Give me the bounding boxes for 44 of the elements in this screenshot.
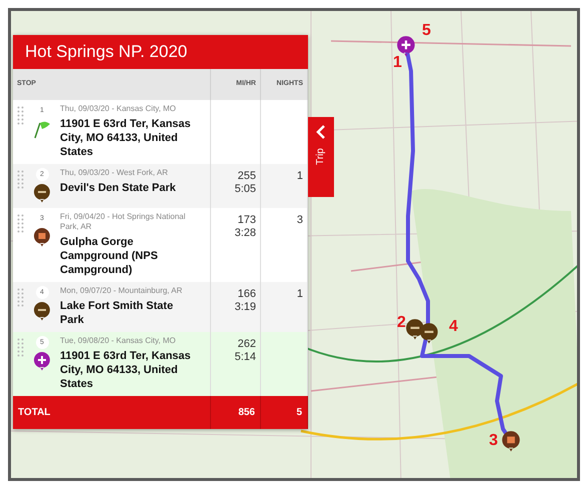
marker-number: 3	[489, 433, 498, 449]
stop-name: 11901 E 63rd Ter, Kansas City, MO 64133, United States	[60, 348, 192, 390]
stop-hours: 3:28	[234, 226, 256, 240]
stop-hours: 5:05	[234, 182, 256, 196]
stop-date-place: Fri, 09/04/20 - Hot Springs National Park, AR	[60, 212, 186, 232]
stop-hours: 5:14	[234, 350, 256, 364]
marker-number: 1	[393, 55, 402, 71]
stop-date-place: Tue, 09/08/20 - Kansas City, MO	[60, 336, 177, 346]
chevron-left-icon	[316, 125, 326, 139]
table-cell: 1	[261, 164, 308, 208]
stop-name: Devil's Den State Park	[60, 180, 176, 194]
total-miles: 856	[211, 396, 261, 428]
stop-hours: 3:19	[234, 300, 256, 314]
stop-name: 11901 E 63rd Ter, Kansas City, MO 64133, United States	[60, 116, 192, 158]
drag-handle-icon[interactable]	[17, 170, 24, 190]
stop-date-place: Thu, 09/03/20 - Kansas City, MO	[60, 104, 177, 114]
trip-tab[interactable]: Trip	[308, 117, 334, 197]
table-cell: 1	[261, 282, 308, 332]
total-nights: 5	[261, 396, 308, 428]
drag-handle-icon[interactable]	[17, 288, 24, 308]
stop-name: Lake Fort Smith State Park	[60, 298, 174, 326]
stop-date-place: Thu, 09/03/20 - West Fork, AR	[60, 168, 169, 178]
flag-icon	[32, 118, 52, 138]
pin-icon	[32, 300, 52, 320]
destination-pin-icon[interactable]	[395, 35, 417, 57]
drag-handle-icon[interactable]	[17, 106, 24, 126]
marker-number: 2	[397, 315, 406, 331]
tent-pin-icon	[32, 226, 52, 246]
stop-date-place: Mon, 09/07/20 - Mountainburg, AR	[60, 286, 184, 296]
marker-number: 4	[449, 319, 458, 335]
stop-name: Gulpha Gorge Campground (NPS Campground)	[60, 234, 159, 276]
stop-miles: 173	[236, 214, 256, 226]
pin-icon	[32, 182, 52, 202]
stop-miles: 262	[236, 338, 256, 350]
drag-handle-icon[interactable]	[17, 338, 24, 358]
stop-miles: 255	[236, 170, 256, 182]
destination-pin-icon	[32, 350, 52, 370]
panel-title: Hot Springs NP. 2020	[13, 35, 308, 69]
stop-miles: 166	[236, 288, 256, 300]
tent-pin-icon[interactable]	[500, 430, 522, 452]
total-label: TOTAL	[13, 396, 211, 428]
drag-handle-icon[interactable]	[17, 214, 24, 234]
pin-icon[interactable]	[418, 322, 440, 344]
marker-number: 5	[422, 23, 431, 39]
